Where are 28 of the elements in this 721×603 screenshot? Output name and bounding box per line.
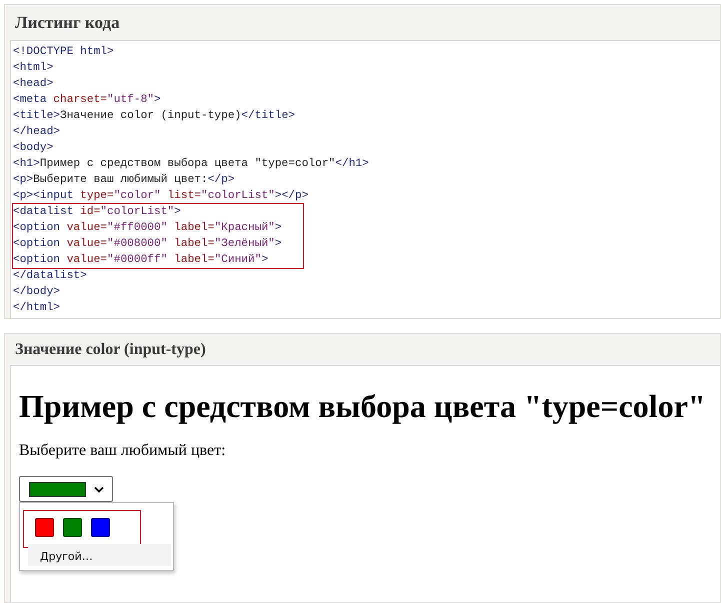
code-line: <p><input type="color" list="colorList"></p> (13, 188, 308, 204)
color-swatch (29, 482, 86, 496)
code-line: <h1>Пример с средством выбора цвета "type=color"</h1> (13, 156, 369, 172)
other-color-button[interactable]: Другой… (28, 544, 171, 566)
code-line: <option value="#ff0000" label="Красный"> (12, 220, 304, 236)
code-line: <body> (13, 140, 54, 156)
code-line: </head> (13, 124, 60, 140)
color-option[interactable] (63, 518, 82, 537)
code-line: </html> (13, 300, 60, 316)
prompt-text: Выберите ваш любимый цвет: (19, 442, 227, 460)
code-line: <option value="#008000" label="Зелёный"> (12, 236, 304, 252)
code-line: <datalist id="colorList"> (12, 203, 304, 220)
color-option[interactable] (91, 518, 110, 537)
color-option[interactable] (35, 518, 54, 537)
code-line: </datalist> (13, 268, 87, 284)
chevron-down-icon (94, 486, 104, 492)
panel-title: Листинг кода (14, 12, 121, 34)
panel-title: Значение color (input-type) (14, 340, 207, 360)
code-line: <head> (13, 76, 54, 92)
color-picker[interactable] (19, 476, 113, 502)
code-line: </body> (13, 284, 60, 300)
code-line: <html> (13, 60, 54, 76)
code-line: <p>Выберите ваш любимый цвет:</p> (13, 172, 235, 188)
code-line: <option value="#0000ff" label="Синий"> (12, 252, 304, 269)
code-line: <meta charset="utf-8"> (13, 92, 161, 108)
page-heading: Пример с средством выбора цвета "type=color" (19, 388, 707, 425)
code-line: <!DOCTYPE html> (13, 44, 114, 60)
code-line: <title>Значение color (input-type)</title> (13, 108, 295, 124)
